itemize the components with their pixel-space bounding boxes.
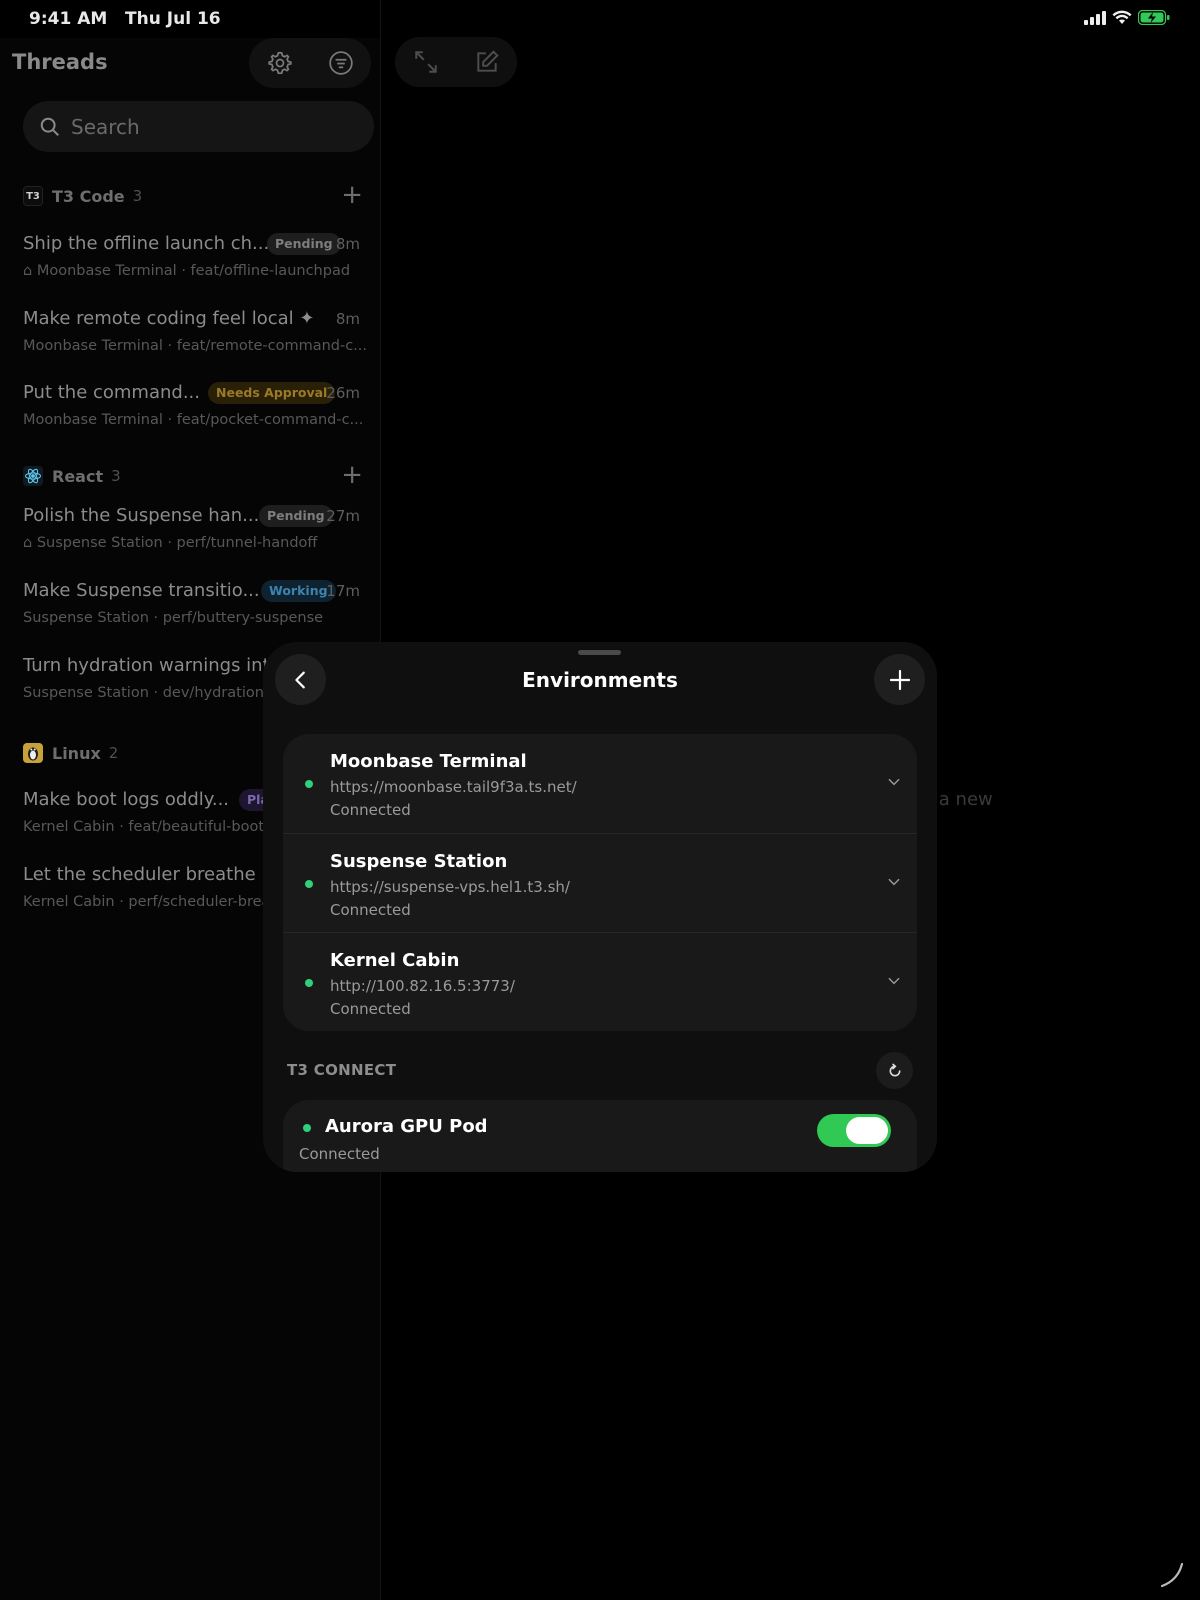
gear-icon [267,51,292,75]
thread-time: 17m [326,582,360,600]
thread-time: 26m [326,384,360,402]
refresh-icon [889,1063,900,1076]
sidebar-toolbar [249,38,371,88]
environment-name: Moonbase Terminal [330,751,527,772]
thread-title: Turn hydration warnings into [23,655,281,676]
environments-list: Moonbase Terminal https://moonbase.tail9… [283,734,917,1031]
add-thread-button[interactable]: + [341,181,363,209]
group-count: 2 [108,744,119,762]
thread-subtitle: Kernel Cabin · feat/beautiful-boot [23,819,265,835]
expand-arrows-icon [414,51,437,73]
thread-item[interactable]: Ship the offline launch ch... Pending 8m… [23,233,360,293]
add-thread-button[interactable]: + [341,461,363,489]
status-badge: Pending [259,505,333,527]
environment-row[interactable]: Kernel Cabin http://100.82.16.5:3773/ Co… [283,932,917,1031]
thread-title: Ship the offline launch ch... [23,233,270,254]
tux-penguin-icon [23,743,43,763]
group-count: 3 [132,187,143,205]
pod-toggle[interactable] [817,1114,891,1147]
search-placeholder: Search [71,114,140,139]
thread-subtitle: ⌂ Moonbase Terminal · feat/offline-launc… [23,263,351,279]
search-icon [40,117,59,136]
status-clock: 9:41 AM [29,9,108,29]
chevron-down-icon[interactable] [887,875,901,889]
environment-status: Connected [330,1000,411,1018]
thread-title: Make remote coding feel local ✦ [23,308,315,329]
compose-button[interactable] [456,37,517,87]
search-field[interactable]: Search [23,101,374,152]
filter-lines-icon [328,51,353,75]
thread-time: 8m [335,235,360,253]
pod-row[interactable]: Aurora GPU Pod Connected [283,1100,917,1172]
thread-title: Make Suspense transitio... [23,580,260,601]
environment-name: Suspense Station [330,851,508,872]
thread-title: Put the command... [23,382,200,403]
environment-row[interactable]: Moonbase Terminal https://moonbase.tail9… [283,734,917,833]
environment-name: Kernel Cabin [330,950,460,971]
thread-subtitle: ⌂ Suspense Station · perf/tunnel-handoff [23,535,318,551]
add-environment-button[interactable] [874,654,925,705]
home-indicator-icon [1160,1562,1184,1588]
connected-status-dot [305,780,313,788]
connected-status-dot [303,1124,311,1132]
connected-status-dot [305,880,313,888]
cellular-signal-icon [1084,10,1106,25]
group-name: React [52,466,104,486]
group-name: T3 Code [52,186,125,206]
thread-item[interactable]: Make Suspense transitio... Working 17m S… [23,580,360,640]
thread-subtitle: Suspense Station · dev/hydration- [23,685,270,701]
group-header-t3-code[interactable]: T3 T3 Code 3 + [23,181,363,211]
status-badge: Needs Approval [208,382,336,404]
environment-url: http://100.82.16.5:3773/ [330,977,515,995]
chevron-down-icon[interactable] [887,974,901,988]
connected-status-dot [305,979,313,987]
chevron-down-icon[interactable] [887,775,901,789]
status-time: 9:41 AM Thu Jul 16 [29,9,221,29]
pod-name: Aurora GPU Pod [325,1116,488,1137]
pod-status: Connected [299,1145,380,1163]
thread-item[interactable]: Put the command... Needs Approval 26m Mo… [23,382,364,442]
thread-time: 27m [326,507,360,525]
environment-url: https://suspense-vps.hel1.t3.sh/ [330,878,570,896]
status-date: Thu Jul 16 [125,9,221,29]
t3-logo-icon: T3 [23,186,43,206]
environment-row[interactable]: Suspense Station https://suspense-vps.he… [283,833,917,932]
toggle-knob [846,1117,888,1144]
status-badge: Working [261,580,336,602]
react-atom-icon [23,466,43,486]
thread-title: Let the scheduler breathe [23,864,256,885]
expand-button[interactable] [395,37,456,87]
thread-item[interactable]: Polish the Suspense han... Pending 27m ⌂… [23,505,360,565]
section-label-t3-connect: T3 CONNECT [287,1061,397,1079]
refresh-button[interactable] [876,1052,913,1089]
battery-charging-icon [1138,10,1170,25]
group-name: Linux [52,743,101,763]
main-toolbar [395,37,517,87]
group-count: 3 [111,467,121,485]
settings-button[interactable] [249,38,310,88]
sidebar-title: Threads [12,50,108,74]
environments-sheet: Environments Moonbase Terminal https://m… [263,642,937,1172]
thread-subtitle: Moonbase Terminal · feat/remote-command-… [23,338,368,354]
thread-subtitle: Suspense Station · perf/buttery-suspense [23,610,324,626]
environment-status: Connected [330,801,411,819]
thread-item[interactable]: Make remote coding feel local ✦ 8m Moonb… [23,308,367,368]
environment-url: https://moonbase.tail9f3a.ts.net/ [330,778,577,796]
sheet-grabber[interactable] [578,650,621,655]
status-badge: Pending [267,233,341,255]
sheet-title: Environments [522,668,678,692]
wifi-icon [1112,10,1132,24]
thread-subtitle: Kernel Cabin · perf/scheduler-brea [23,894,271,910]
thread-subtitle: Moonbase Terminal · feat/pocket-command-… [23,412,364,428]
status-icons [1084,10,1170,25]
compose-icon [476,50,499,72]
filter-button[interactable] [310,38,371,88]
thread-time: 8m [335,310,360,328]
thread-title: Polish the Suspense han... [23,505,260,526]
group-header-react[interactable]: React 3 + [23,461,363,491]
status-bar: 9:41 AM Thu Jul 16 [0,0,1200,38]
plus-icon [889,669,910,690]
thread-title: Make boot logs oddly... [23,789,230,810]
environment-status: Connected [330,901,411,919]
